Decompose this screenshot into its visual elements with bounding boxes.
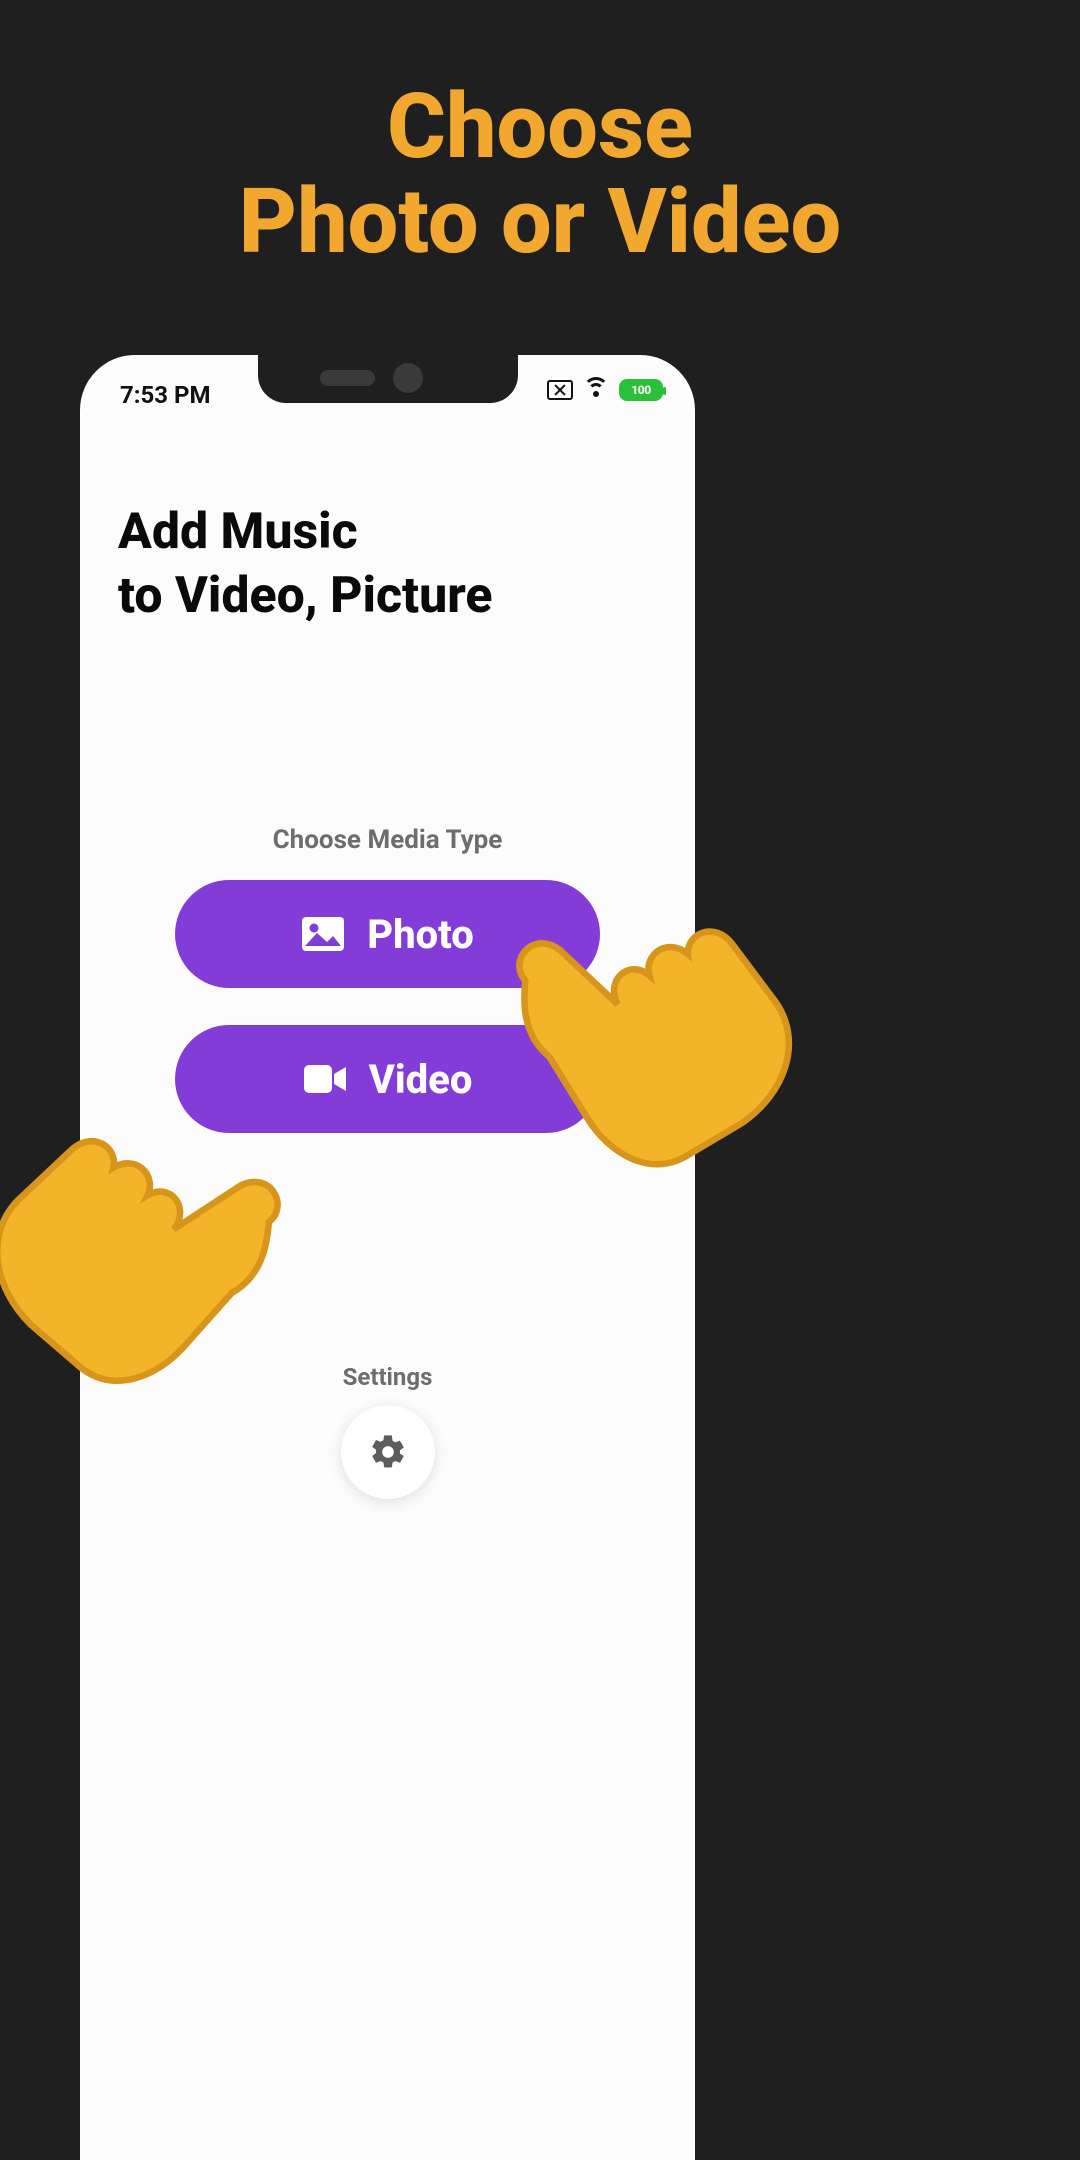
- gear-icon: [368, 1432, 408, 1472]
- photo-button[interactable]: Photo: [175, 880, 600, 988]
- status-time: 7:53 PM: [120, 381, 211, 409]
- phone-frame: 7:53 PM 100 Add Music to Video, Picture …: [80, 355, 695, 2160]
- app-title: Add Music to Video, Picture: [118, 500, 493, 628]
- no-sim-icon: [547, 380, 573, 400]
- app-title-line-1: Add Music: [118, 500, 493, 564]
- settings-button[interactable]: [341, 1405, 435, 1499]
- video-button[interactable]: Video: [175, 1025, 600, 1133]
- video-icon: [303, 1062, 347, 1096]
- status-bar: 7:53 PM 100: [80, 373, 695, 413]
- app-title-line-2: to Video, Picture: [118, 564, 493, 628]
- battery-indicator: 100: [619, 379, 663, 401]
- video-button-label: Video: [369, 1056, 473, 1103]
- battery-level-text: 100: [631, 383, 650, 397]
- promo-line-2: Photo or Video: [0, 175, 1080, 270]
- photo-button-label: Photo: [367, 911, 474, 958]
- photo-icon: [301, 916, 345, 952]
- settings-label: Settings: [80, 1363, 695, 1391]
- promo-line-1: Choose: [0, 80, 1080, 175]
- promo-headline: Choose Photo or Video: [0, 0, 1080, 269]
- wifi-icon: [583, 379, 609, 401]
- media-type-label: Choose Media Type: [80, 825, 695, 855]
- status-right-cluster: 100: [547, 379, 663, 401]
